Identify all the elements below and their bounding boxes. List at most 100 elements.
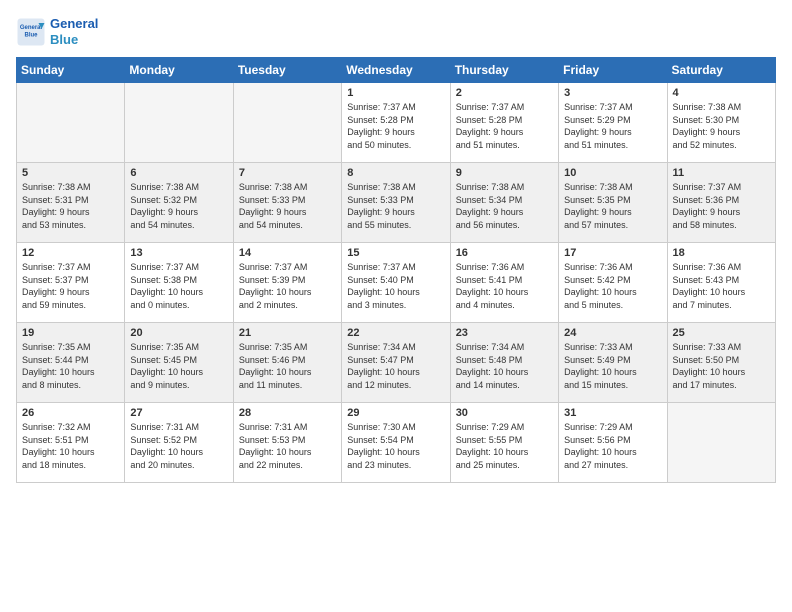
calendar-cell: 10 Sunrise: 7:38 AM Sunset: 5:35 PM Dayli… [559,163,667,243]
calendar-cell: 21Sunrise: 7:35 AM Sunset: 5:46 PM Dayli… [233,323,341,403]
day-number: 3 [564,87,661,99]
day-number: 10 [564,167,661,179]
cell-info: Sunrise: 7:31 AM Sunset: 5:53 PM Dayligh… [239,421,336,471]
cell-info: Sunrise: 7:38 AM Sunset: 5:34 PM Dayligh… [456,181,553,231]
cell-info: Sunrise: 7:37 AM Sunset: 5:39 PM Dayligh… [239,261,336,311]
cell-info: Sunrise: 7:30 AM Sunset: 5:54 PM Dayligh… [347,421,444,471]
cell-info: Sunrise: 7:32 AM Sunset: 5:51 PM Dayligh… [22,421,119,471]
day-number: 11 [673,167,770,179]
cell-info: Sunrise: 7:37 AM Sunset: 5:40 PM Dayligh… [347,261,444,311]
day-number: 30 [456,407,553,419]
week-row-3: 12 Sunrise: 7:37 AM Sunset: 5:37 PM Dayli… [17,243,776,323]
calendar-cell: 30Sunrise: 7:29 AM Sunset: 5:55 PM Dayli… [450,403,558,483]
cell-info: Sunrise: 7:38 AM Sunset: 5:33 PM Dayligh… [347,181,444,231]
cell-info: Sunrise: 7:36 AM Sunset: 5:43 PM Dayligh… [673,261,770,311]
cell-info: Sunrise: 7:31 AM Sunset: 5:52 PM Dayligh… [130,421,227,471]
header-sunday: Sunday [17,58,125,83]
calendar-cell: 5 Sunrise: 7:38 AM Sunset: 5:31 PM Daylig… [17,163,125,243]
cell-info: Sunrise: 7:37 AM Sunset: 5:38 PM Dayligh… [130,261,227,311]
calendar-cell: 16 Sunrise: 7:36 AM Sunset: 5:41 PM Dayli… [450,243,558,323]
day-number: 25 [673,327,770,339]
calendar-cell: 6 Sunrise: 7:38 AM Sunset: 5:32 PM Daylig… [125,163,233,243]
calendar-table: SundayMondayTuesdayWednesdayThursdayFrid… [16,57,776,483]
calendar-cell: 13 Sunrise: 7:37 AM Sunset: 5:38 PM Dayli… [125,243,233,323]
day-number: 6 [130,167,227,179]
calendar-cell: 28 Sunrise: 7:31 AM Sunset: 5:53 PM Dayli… [233,403,341,483]
calendar-cell [233,83,341,163]
cell-info: Sunrise: 7:38 AM Sunset: 5:31 PM Dayligh… [22,181,119,231]
calendar-cell: 2Sunrise: 7:37 AM Sunset: 5:28 PM Daylig… [450,83,558,163]
day-number: 8 [347,167,444,179]
cell-info: Sunrise: 7:37 AM Sunset: 5:29 PM Dayligh… [564,101,661,151]
day-number: 28 [239,407,336,419]
cell-info: Sunrise: 7:35 AM Sunset: 5:44 PM Dayligh… [22,341,119,391]
logo: General Blue GeneralBlue [16,16,98,47]
logo-icon: General Blue [16,17,46,47]
cell-info: Sunrise: 7:35 AM Sunset: 5:45 PM Dayligh… [130,341,227,391]
calendar-cell: 7Sunrise: 7:38 AM Sunset: 5:33 PM Daylig… [233,163,341,243]
cell-info: Sunrise: 7:37 AM Sunset: 5:28 PM Dayligh… [347,101,444,151]
header-tuesday: Tuesday [233,58,341,83]
week-row-5: 26 Sunrise: 7:32 AM Sunset: 5:51 PM Dayli… [17,403,776,483]
weekday-header-row: SundayMondayTuesdayWednesdayThursdayFrid… [17,58,776,83]
calendar-cell [17,83,125,163]
day-number: 14 [239,247,336,259]
day-number: 31 [564,407,661,419]
day-number: 16 [456,247,553,259]
calendar-cell: 26 Sunrise: 7:32 AM Sunset: 5:51 PM Dayli… [17,403,125,483]
day-number: 13 [130,247,227,259]
day-number: 9 [456,167,553,179]
logo-text: GeneralBlue [50,16,98,47]
header-monday: Monday [125,58,233,83]
day-number: 15 [347,247,444,259]
header-friday: Friday [559,58,667,83]
header-wednesday: Wednesday [342,58,450,83]
day-number: 26 [22,407,119,419]
cell-info: Sunrise: 7:33 AM Sunset: 5:49 PM Dayligh… [564,341,661,391]
calendar-cell: 15 Sunrise: 7:37 AM Sunset: 5:40 PM Dayli… [342,243,450,323]
day-number: 12 [22,247,119,259]
cell-info: Sunrise: 7:34 AM Sunset: 5:48 PM Dayligh… [456,341,553,391]
day-number: 23 [456,327,553,339]
calendar-cell: 27 Sunrise: 7:31 AM Sunset: 5:52 PM Dayli… [125,403,233,483]
cell-info: Sunrise: 7:29 AM Sunset: 5:56 PM Dayligh… [564,421,661,471]
cell-info: Sunrise: 7:37 AM Sunset: 5:36 PM Dayligh… [673,181,770,231]
day-number: 27 [130,407,227,419]
day-number: 7 [239,167,336,179]
cell-info: Sunrise: 7:37 AM Sunset: 5:37 PM Dayligh… [22,261,119,311]
week-row-4: 19 Sunrise: 7:35 AM Sunset: 5:44 PM Dayli… [17,323,776,403]
calendar-cell: 1Sunrise: 7:37 AM Sunset: 5:28 PM Daylig… [342,83,450,163]
cell-info: Sunrise: 7:38 AM Sunset: 5:32 PM Dayligh… [130,181,227,231]
calendar-cell: 17 Sunrise: 7:36 AM Sunset: 5:42 PM Dayli… [559,243,667,323]
cell-info: Sunrise: 7:36 AM Sunset: 5:42 PM Dayligh… [564,261,661,311]
calendar-cell: 24Sunrise: 7:33 AM Sunset: 5:49 PM Dayli… [559,323,667,403]
day-number: 19 [22,327,119,339]
day-number: 20 [130,327,227,339]
calendar-cell: 20 Sunrise: 7:35 AM Sunset: 5:45 PM Dayli… [125,323,233,403]
calendar-cell: 25 Sunrise: 7:33 AM Sunset: 5:50 PM Dayli… [667,323,775,403]
day-number: 17 [564,247,661,259]
calendar-cell: 8 Sunrise: 7:38 AM Sunset: 5:33 PM Daylig… [342,163,450,243]
cell-info: Sunrise: 7:37 AM Sunset: 5:28 PM Dayligh… [456,101,553,151]
calendar-cell [667,403,775,483]
cell-info: Sunrise: 7:34 AM Sunset: 5:47 PM Dayligh… [347,341,444,391]
cell-info: Sunrise: 7:33 AM Sunset: 5:50 PM Dayligh… [673,341,770,391]
day-number: 21 [239,327,336,339]
calendar-cell: 11 Sunrise: 7:37 AM Sunset: 5:36 PM Dayli… [667,163,775,243]
calendar-cell: 22 Sunrise: 7:34 AM Sunset: 5:47 PM Dayli… [342,323,450,403]
day-number: 29 [347,407,444,419]
calendar-cell: 19 Sunrise: 7:35 AM Sunset: 5:44 PM Dayli… [17,323,125,403]
calendar-cell: 23 Sunrise: 7:34 AM Sunset: 5:48 PM Dayli… [450,323,558,403]
calendar-cell: 14 Sunrise: 7:37 AM Sunset: 5:39 PM Dayli… [233,243,341,323]
calendar-cell: 3 Sunrise: 7:37 AM Sunset: 5:29 PM Daylig… [559,83,667,163]
week-row-2: 5 Sunrise: 7:38 AM Sunset: 5:31 PM Daylig… [17,163,776,243]
day-number: 22 [347,327,444,339]
cell-info: Sunrise: 7:38 AM Sunset: 5:30 PM Dayligh… [673,101,770,151]
cell-info: Sunrise: 7:36 AM Sunset: 5:41 PM Dayligh… [456,261,553,311]
cell-info: Sunrise: 7:38 AM Sunset: 5:35 PM Dayligh… [564,181,661,231]
svg-text:Blue: Blue [24,32,38,38]
day-number: 5 [22,167,119,179]
calendar-cell: 12 Sunrise: 7:37 AM Sunset: 5:37 PM Dayli… [17,243,125,323]
calendar-cell: 4Sunrise: 7:38 AM Sunset: 5:30 PM Daylig… [667,83,775,163]
header-saturday: Saturday [667,58,775,83]
